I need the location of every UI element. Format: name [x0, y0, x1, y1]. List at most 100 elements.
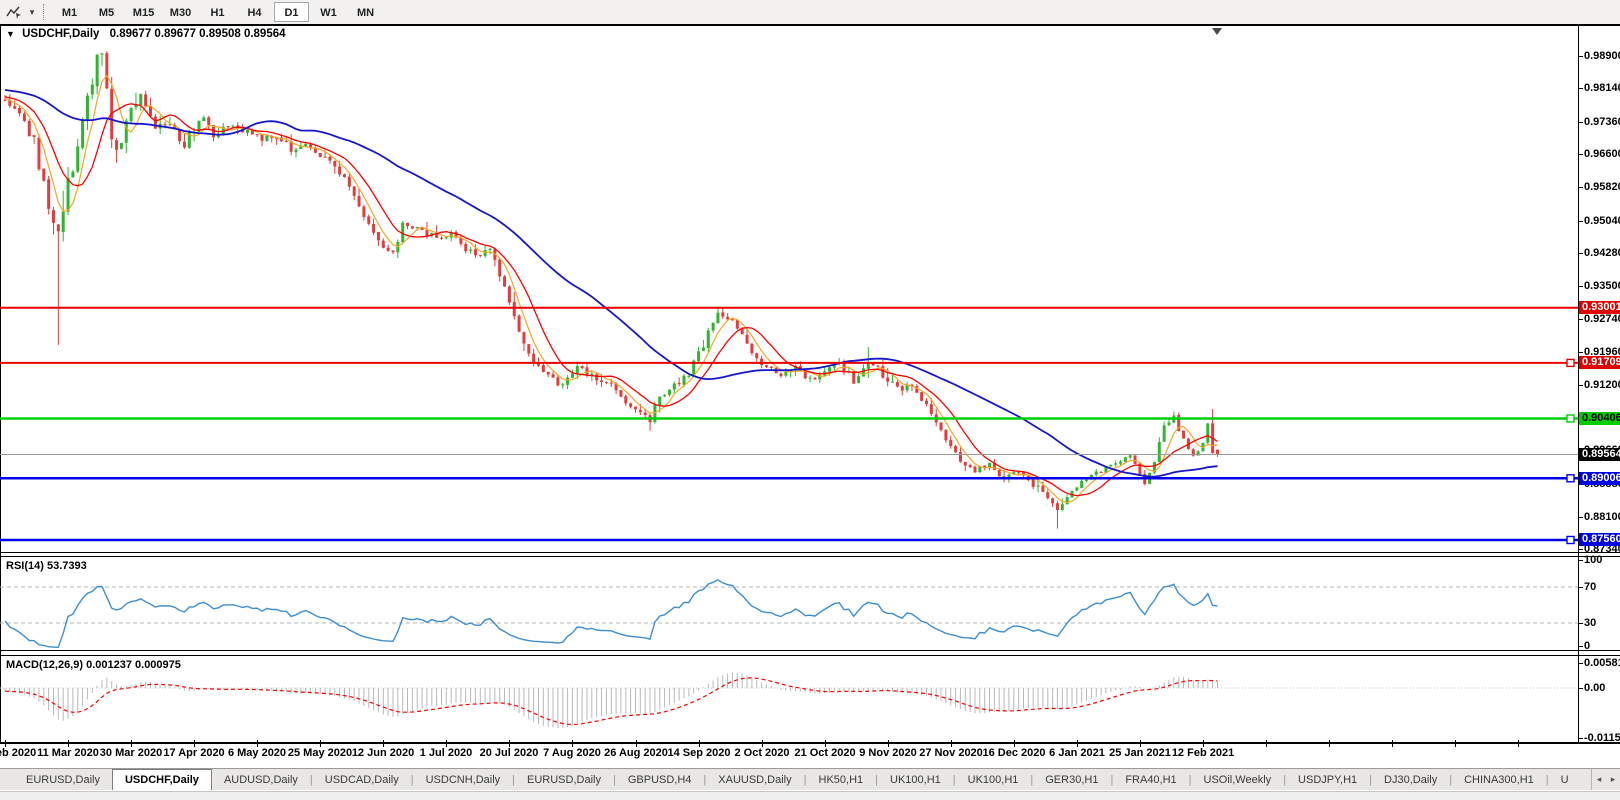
- price-level-badge: 0.89564: [1579, 448, 1620, 461]
- price-axis-border: [1578, 26, 1579, 742]
- chart-title: ▼ USDCHF,Daily 0.89677 0.89677 0.89508 0…: [6, 28, 286, 40]
- timeframe-button-h4[interactable]: H4: [237, 2, 272, 22]
- date-tick-label: 12 Feb 2021: [1172, 747, 1234, 759]
- rsi-indicator-canvas[interactable]: [0, 557, 1578, 650]
- price-tick-mark: [1578, 286, 1583, 287]
- rsi-tick-mark: [1578, 623, 1583, 624]
- symbol-tab-usdjpy-h1[interactable]: USDJPY,H1: [1286, 771, 1369, 790]
- chart-cursor-icon[interactable]: [2, 2, 26, 22]
- date-tick-label: 7 Aug 2020: [543, 747, 601, 759]
- date-tick-label: 25 Jan 2021: [1109, 747, 1171, 759]
- chart-shift-marker[interactable]: [1212, 28, 1222, 35]
- price-tick-mark: [1578, 88, 1583, 89]
- date-tick-label: 16 Dec 2020: [983, 747, 1046, 759]
- symbol-tab-china300-h1[interactable]: CHINA300,H1: [1452, 771, 1546, 790]
- price-tick-label: 0.94280: [1584, 247, 1620, 259]
- timeframe-button-d1[interactable]: D1: [274, 2, 309, 22]
- symbol-tab-usoil-weekly[interactable]: USOil,Weekly: [1192, 771, 1284, 790]
- date-tick-mark: [257, 740, 258, 747]
- rsi-label: RSI(14) 53.7393: [6, 560, 87, 572]
- date-tick-label: 12 Jun 2020: [352, 747, 414, 759]
- symbol-tab-xauusd-daily[interactable]: XAUUSD,Daily: [706, 771, 803, 790]
- macd-tick-mark: [1578, 688, 1583, 689]
- symbol-tab-fra40-h1[interactable]: FRA40,H1: [1113, 771, 1188, 790]
- price-tick-mark: [1578, 154, 1583, 155]
- symbol-tab-hk50-h1[interactable]: HK50,H1: [807, 771, 876, 790]
- chart-symbol-label: USDCHF,Daily: [22, 28, 99, 40]
- rsi-tick-mark: [1578, 646, 1583, 647]
- date-tick-mark: [383, 740, 384, 747]
- date-tick-mark: [131, 740, 132, 747]
- symbol-tab-ger30-h1[interactable]: GER30,H1: [1033, 771, 1110, 790]
- rsi-tick-mark: [1578, 587, 1583, 588]
- date-tick-mark: [1455, 740, 1456, 747]
- price-tick-mark: [1578, 319, 1583, 320]
- macd-label: MACD(12,26,9) 0.001237 0.000975: [6, 659, 181, 671]
- price-tick-label: 0.93500: [1584, 280, 1620, 292]
- main-pane-bottom-border: [0, 552, 1620, 553]
- symbol-tab-eurusd-daily[interactable]: EURUSD,Daily: [515, 771, 613, 790]
- symbol-tab-eurusd-daily[interactable]: EURUSD,Daily: [14, 771, 112, 790]
- date-tick-mark: [446, 740, 447, 747]
- date-tick-label: 17 Apr 2020: [163, 747, 224, 759]
- collapse-triangle-icon[interactable]: ▼: [6, 29, 15, 39]
- price-tick-mark: [1578, 122, 1583, 123]
- price-tick-mark: [1578, 352, 1583, 353]
- price-tick-mark: [1578, 549, 1583, 550]
- macd-tick-mark: [1578, 738, 1583, 739]
- date-tick-mark: [194, 740, 195, 747]
- symbol-tabs: EURUSD,DailyUSDCHF,DailyAUDUSD,Daily|USD…: [14, 769, 1581, 790]
- price-tick-mark: [1578, 517, 1583, 518]
- date-tick-mark: [888, 740, 889, 747]
- symbol-tab-uk100-h1[interactable]: UK100,H1: [878, 771, 953, 790]
- symbol-tab-usdchf-daily[interactable]: USDCHF,Daily: [112, 769, 212, 790]
- symbol-tab-uk100-h1[interactable]: UK100,H1: [956, 771, 1031, 790]
- symbol-tab-dj30-daily[interactable]: DJ30,Daily: [1372, 771, 1449, 790]
- price-tick-label: 0.98140: [1584, 82, 1620, 94]
- rsi-tick-label: 0: [1584, 640, 1590, 652]
- date-tick-label: 25 May 2020: [288, 747, 352, 759]
- main-chart-canvas[interactable]: [0, 26, 1578, 552]
- macd-tick-label: -0.01151: [1584, 732, 1620, 744]
- price-tick-label: 0.95820: [1584, 181, 1620, 193]
- date-tick-mark: [572, 740, 573, 747]
- timeframe-button-m5[interactable]: M5: [89, 2, 124, 22]
- rsi-tick-mark: [1578, 560, 1583, 561]
- macd-tick-label: 0.005818: [1584, 657, 1620, 669]
- symbol-tab-usdcnh-daily[interactable]: USDCNH,Daily: [414, 771, 513, 790]
- price-tick-mark: [1578, 56, 1583, 57]
- price-tick-mark: [1578, 385, 1583, 386]
- price-tick-label: 0.98900: [1584, 50, 1620, 62]
- date-tick-label: 11 Mar 2020: [37, 747, 99, 759]
- timeframe-button-m30[interactable]: M30: [163, 2, 198, 22]
- price-tick-label: 0.97360: [1584, 116, 1620, 128]
- price-tick-label: 0.95040: [1584, 215, 1620, 227]
- rsi-tick-label: 100: [1584, 554, 1602, 566]
- macd-indicator-canvas[interactable]: [0, 656, 1578, 741]
- timeframe-button-m15[interactable]: M15: [126, 2, 161, 22]
- scroll-right-arrow-icon[interactable]: ▸: [1606, 774, 1620, 785]
- date-tick-label: 2 Oct 2020: [734, 747, 789, 759]
- price-tick-label: 0.92740: [1584, 313, 1620, 325]
- timeframe-button-h1[interactable]: H1: [200, 2, 235, 22]
- time-axis-border: [0, 742, 1620, 744]
- price-level-badge: 0.93001: [1579, 301, 1620, 314]
- date-tick-mark: [5, 740, 6, 747]
- date-tick-mark: [68, 740, 69, 747]
- scroll-left-arrow-icon[interactable]: ◂: [1592, 774, 1606, 785]
- date-tick-mark: [636, 740, 637, 747]
- date-tick-mark: [1518, 740, 1519, 747]
- date-tick-mark: [1329, 740, 1330, 747]
- caret-down-icon[interactable]: ▾: [26, 7, 38, 18]
- date-tick-label: 30 Mar 2020: [100, 747, 162, 759]
- date-tick-mark: [1266, 740, 1267, 747]
- symbol-tab-audusd-daily[interactable]: AUDUSD,Daily: [212, 771, 310, 790]
- symbol-tab-usdcad-daily[interactable]: USDCAD,Daily: [313, 771, 411, 790]
- date-tick-label: 21 Feb 2020: [0, 747, 36, 759]
- timeframe-button-m1[interactable]: M1: [52, 2, 87, 22]
- symbol-tab-gbpusd-h4[interactable]: GBPUSD,H4: [616, 771, 704, 790]
- timeframe-button-w1[interactable]: W1: [311, 2, 346, 22]
- date-tick-label: 21 Oct 2020: [794, 747, 855, 759]
- symbol-tab-u[interactable]: U: [1549, 771, 1581, 790]
- timeframe-button-mn[interactable]: MN: [348, 2, 383, 22]
